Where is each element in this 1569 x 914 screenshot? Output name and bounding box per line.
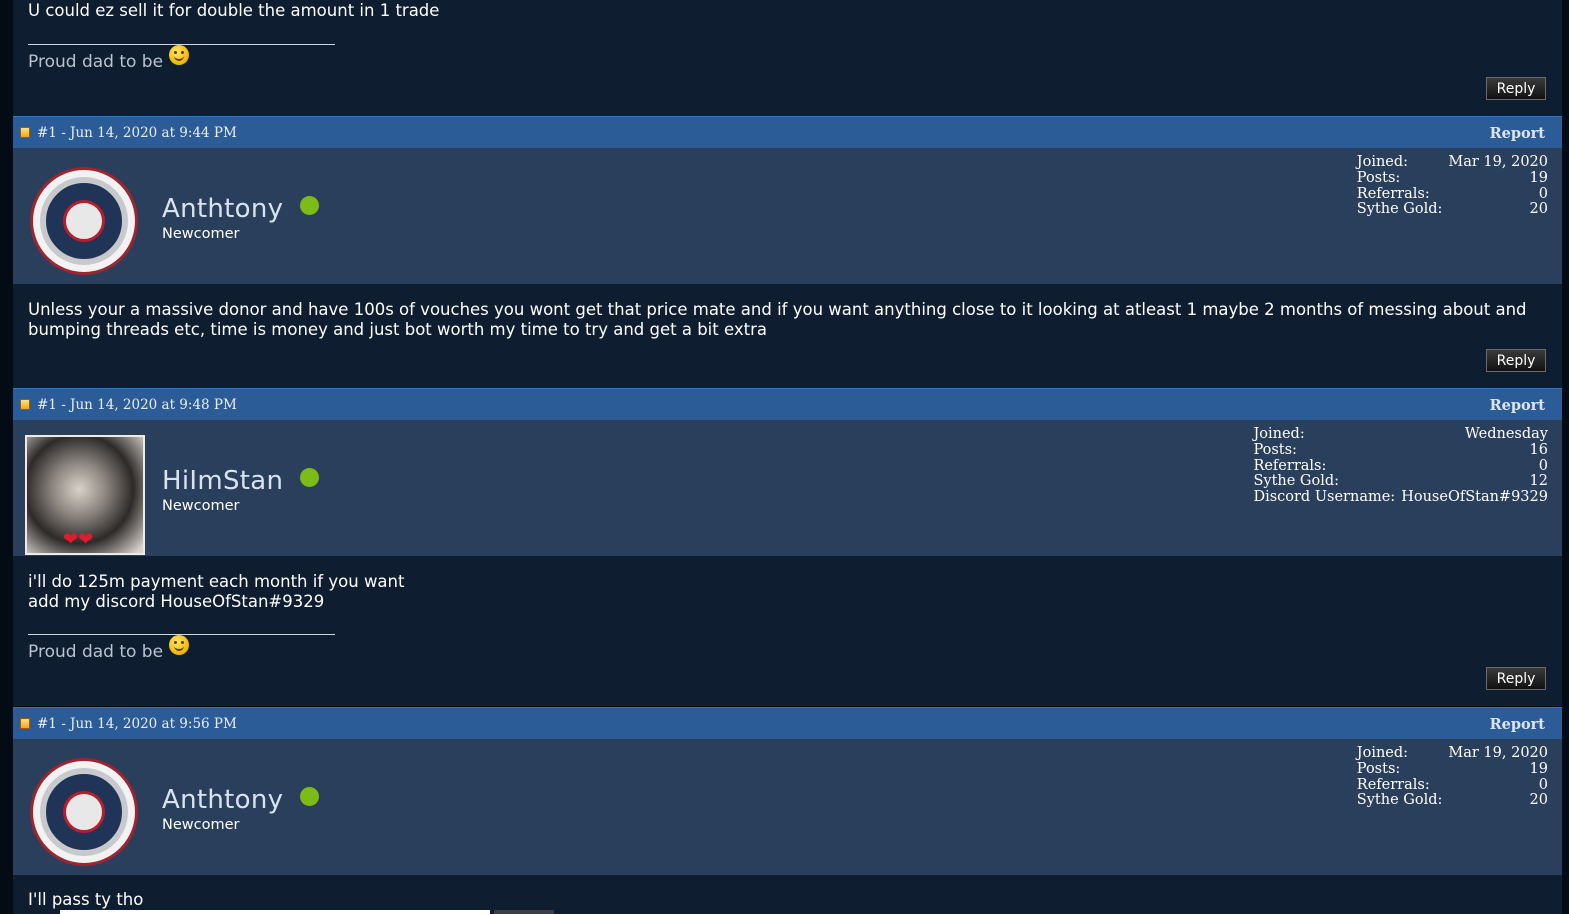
username[interactable]: HiImStan [162,466,283,496]
username-line: HiImStan [162,466,320,496]
avatar[interactable]: ❤❤ [25,435,145,555]
username[interactable]: Anthtony [162,194,283,224]
online-status-icon [300,468,320,487]
reply-button[interactable]: Reply [1486,349,1546,372]
post-body: U could ez sell it for double the amount… [13,0,1562,116]
stat-label: Posts: [1253,441,1297,458]
stat-posts: 16 [1529,441,1548,458]
signature-text: Proud dad to be [28,642,164,662]
post-message: I'll pass ty tho [28,890,144,909]
post-icon [20,399,30,410]
signature-text: Proud dad to be [28,52,164,72]
stat-label: Joined: [1356,154,1409,170]
report-link[interactable]: Report [1490,397,1545,414]
post-body: i'll do 125m payment each month if you w… [13,556,1562,706]
avatar[interactable] [30,167,138,275]
post-meta: #1 - Jun 14, 2020 at 9:48 PM [37,397,237,413]
report-link[interactable]: Report [1490,716,1545,733]
post-body: I'll pass ty tho [13,875,1562,914]
signature: Proud dad to be [28,45,190,72]
online-status-icon [300,787,320,806]
stat-gold: 12 [1529,473,1548,490]
post-message: i'll do 125m payment each month if you w… [28,572,405,611]
stat-referrals: 0 [1538,185,1548,202]
stat-posts: 19 [1529,760,1548,777]
stat-label: Sythe Gold: [1356,201,1443,218]
stat-label: Sythe Gold: [1356,792,1443,809]
stat-referrals: 0 [1538,457,1548,474]
stat-label: Referrals: [1253,457,1327,474]
stat-label: Referrals: [1356,185,1430,202]
username-line: Anthtony [162,194,320,224]
stat-posts: 19 [1529,169,1548,186]
user-info: Anthtony Newcomer Joined: Mar 19, 2020 Po… [13,739,1562,875]
report-link[interactable]: Report [1490,125,1545,142]
smiley-icon [169,45,190,65]
signature: Proud dad to be [28,635,190,662]
stat-joined: Mar 19, 2020 [1448,154,1548,170]
smiley-icon [169,635,190,655]
user-stats: Joined: Wednesday Posts: 16 Referrals: 0 Sy… [1253,426,1548,506]
post-icon [20,127,30,138]
scrollbar-thumb[interactable] [494,910,554,914]
stat-label: Joined: [1356,745,1409,761]
hearts-icon: ❤❤ [63,529,94,550]
user-rank: Newcomer [162,498,240,514]
stat-gold: 20 [1529,201,1548,218]
post-header-bar: #1 - Jun 14, 2020 at 9:44 PM Report [13,116,1562,148]
stat-label: Posts: [1356,760,1401,777]
stat-gold: 20 [1529,792,1548,809]
avatar[interactable] [30,758,138,866]
horizontal-scrollbar[interactable] [60,910,490,914]
stat-label: Posts: [1356,169,1401,186]
stat-label: Discord Username: [1253,489,1396,506]
post-meta: #1 - Jun 14, 2020 at 9:44 PM [37,125,237,141]
post-icon [20,718,30,729]
stat-label: Joined: [1253,426,1305,442]
stat-joined: Mar 19, 2020 [1448,745,1548,761]
post-meta: #1 - Jun 14, 2020 at 9:56 PM [37,716,237,732]
thread-posts: U could ez sell it for double the amount… [13,0,1562,914]
post-message: U could ez sell it for double the amount… [28,1,440,20]
reply-button[interactable]: Reply [1486,77,1546,100]
user-info: ❤❤ HiImStan Newcomer Joined: Wednesday Po… [13,420,1562,556]
user-stats: Joined: Mar 19, 2020 Posts: 19 Referrals: 0… [1356,745,1548,809]
username-line: Anthtony [162,785,320,815]
stat-label: Referrals: [1356,776,1430,793]
post-message: Unless your a massive donor and have 100… [28,300,1532,339]
user-rank: Newcomer [162,226,240,242]
username[interactable]: Anthtony [162,785,283,815]
post-header-bar: #1 - Jun 14, 2020 at 9:56 PM Report [13,707,1562,739]
user-info: Anthtony Newcomer Joined: Mar 19, 2020 Po… [13,148,1562,284]
online-status-icon [300,196,320,215]
stat-referrals: 0 [1538,776,1548,793]
user-rank: Newcomer [162,817,240,833]
user-stats: Joined: Mar 19, 2020 Posts: 19 Referrals: 0… [1356,154,1548,218]
post-body: Unless your a massive donor and have 100… [13,284,1562,388]
post-header-bar: #1 - Jun 14, 2020 at 9:48 PM Report [13,388,1562,420]
stat-label: Sythe Gold: [1253,473,1340,490]
reply-button[interactable]: Reply [1486,667,1546,690]
stat-joined: Wednesday [1464,426,1548,442]
stat-discord: HouseOfStan#9329 [1401,489,1548,506]
